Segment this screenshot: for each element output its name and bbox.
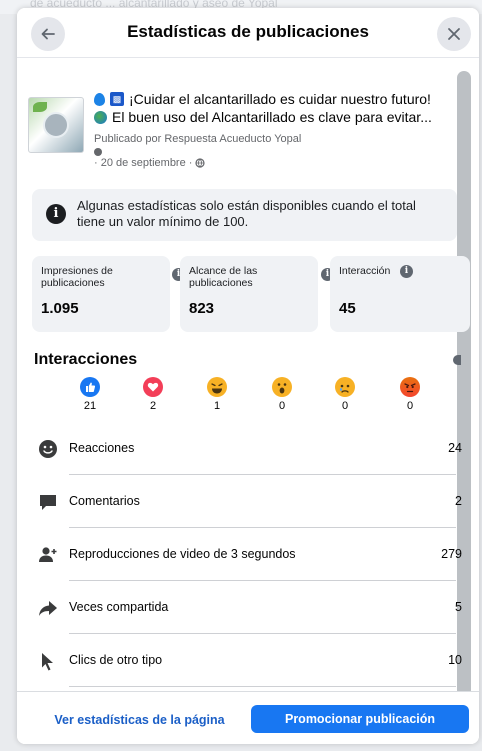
stat-reach[interactable]: Alcance de las publicaciones 823 [180,256,318,332]
reaction-count: 1 [213,400,221,412]
stat-label: Interacción [339,265,391,277]
metric-label: Reacciones [69,441,135,455]
info-icon[interactable]: i [400,265,413,278]
boost-post-button[interactable]: Promocionar publicación [251,705,469,733]
stat-engagement[interactable]: Interacción i 45 [330,256,470,332]
post-published-by: Publicado por Respuesta Acueducto Yopal [94,133,302,145]
reaction-love: 2 [133,377,173,412]
reaction-count: 0 [406,400,414,412]
scrollbar[interactable] [457,71,471,691]
arrow-left-icon [41,28,55,40]
author-avatar-icon [94,148,102,156]
love-icon [143,377,163,397]
metric-value: 24 [448,441,462,455]
dialog-content[interactable]: ▩ ¡Cuidar el alcantarillado es cuidar nu… [17,59,479,691]
metric-value: 5 [455,600,462,614]
stat-label: Alcance de las publicaciones [189,265,258,289]
metric-label: Reproducciones de video de 3 segundos [69,547,296,561]
stat-value: 45 [339,300,356,317]
like-icon [80,377,100,397]
globe-emoji-icon [94,110,107,124]
comment-icon [40,495,56,510]
haha-icon [207,377,227,397]
metric-row-shares[interactable]: Veces compartida 5 [35,581,462,634]
post-date: · 20 de septiembre · [94,157,193,169]
wc-emoji-icon: ▩ [110,92,124,106]
share-arrow-icon [39,601,57,616]
reaction-count: 2 [149,400,157,412]
reaction-wow: 0 [262,377,302,412]
interactions-title: Interacciones [34,351,138,368]
back-button[interactable] [31,17,65,51]
globe-privacy-icon [195,158,206,168]
metric-value: 10 [448,653,462,667]
post-date-row: · 20 de septiembre · [94,157,206,169]
cursor-icon [42,653,53,671]
person-add-icon [39,547,57,562]
stat-value: 1.095 [41,300,79,317]
reaction-count: 21 [83,400,97,412]
stat-impressions[interactable]: Impresiones de publicaciones 1.095 [32,256,170,332]
dialog-title: Estadísticas de publicaciones [127,22,369,41]
minimum-value-notice: i Algunas estadísticas solo están dispon… [32,189,457,241]
reaction-angry: 0 [390,377,430,412]
angry-icon [400,377,420,397]
metric-label: Clics de otro tipo [69,653,163,667]
info-icon[interactable] [453,355,461,365]
metric-row-reactions[interactable]: Reacciones 24 [35,422,462,475]
close-button[interactable] [437,17,471,51]
info-icon: i [46,204,66,224]
reaction-like: 21 [70,377,110,412]
reaction-count: 0 [341,400,349,412]
smiley-icon [39,440,57,458]
close-icon [448,28,460,40]
reaction-haha: 1 [197,377,237,412]
post-text-line-2: El buen uso del Alcantarillado es clave … [94,109,432,125]
stat-value: 823 [189,300,215,317]
view-page-insights-link[interactable]: Ver estadísticas de la página [37,706,242,734]
metric-value: 2 [455,494,462,508]
metric-label: Comentarios [69,494,140,508]
post-thumbnail [28,97,84,153]
reaction-sad: 0 [325,377,365,412]
post-excerpt: El buen uso del Alcantarillado es clave … [112,109,432,125]
post-text-line-1: ▩ ¡Cuidar el alcantarillado es cuidar nu… [94,91,431,107]
metric-row-other-clicks[interactable]: Clics de otro tipo 10 [35,634,462,687]
wow-icon [272,377,292,397]
dialog-header: Estadísticas de publicaciones [17,8,479,58]
droplet-emoji-icon [94,92,105,106]
metric-row-comments[interactable]: Comentarios 2 [35,475,462,528]
metric-value: 279 [441,547,462,561]
post-title: ¡Cuidar el alcantarillado es cuidar nues… [129,91,431,107]
post-preview[interactable]: ▩ ¡Cuidar el alcantarillado es cuidar nu… [28,89,453,199]
post-insights-dialog: Estadísticas de publicaciones ▩ ¡Cuidar … [17,8,479,744]
metric-label: Veces compartida [69,600,169,614]
dialog-footer: Ver estadísticas de la página Promociona… [17,691,479,744]
sad-icon [335,377,355,397]
notice-text: Algunas estadísticas solo están disponib… [77,198,416,229]
stat-label: Impresiones de publicaciones [41,265,113,289]
reaction-count: 0 [278,400,286,412]
metric-row-video-plays[interactable]: Reproducciones de video de 3 segundos 27… [35,528,462,581]
